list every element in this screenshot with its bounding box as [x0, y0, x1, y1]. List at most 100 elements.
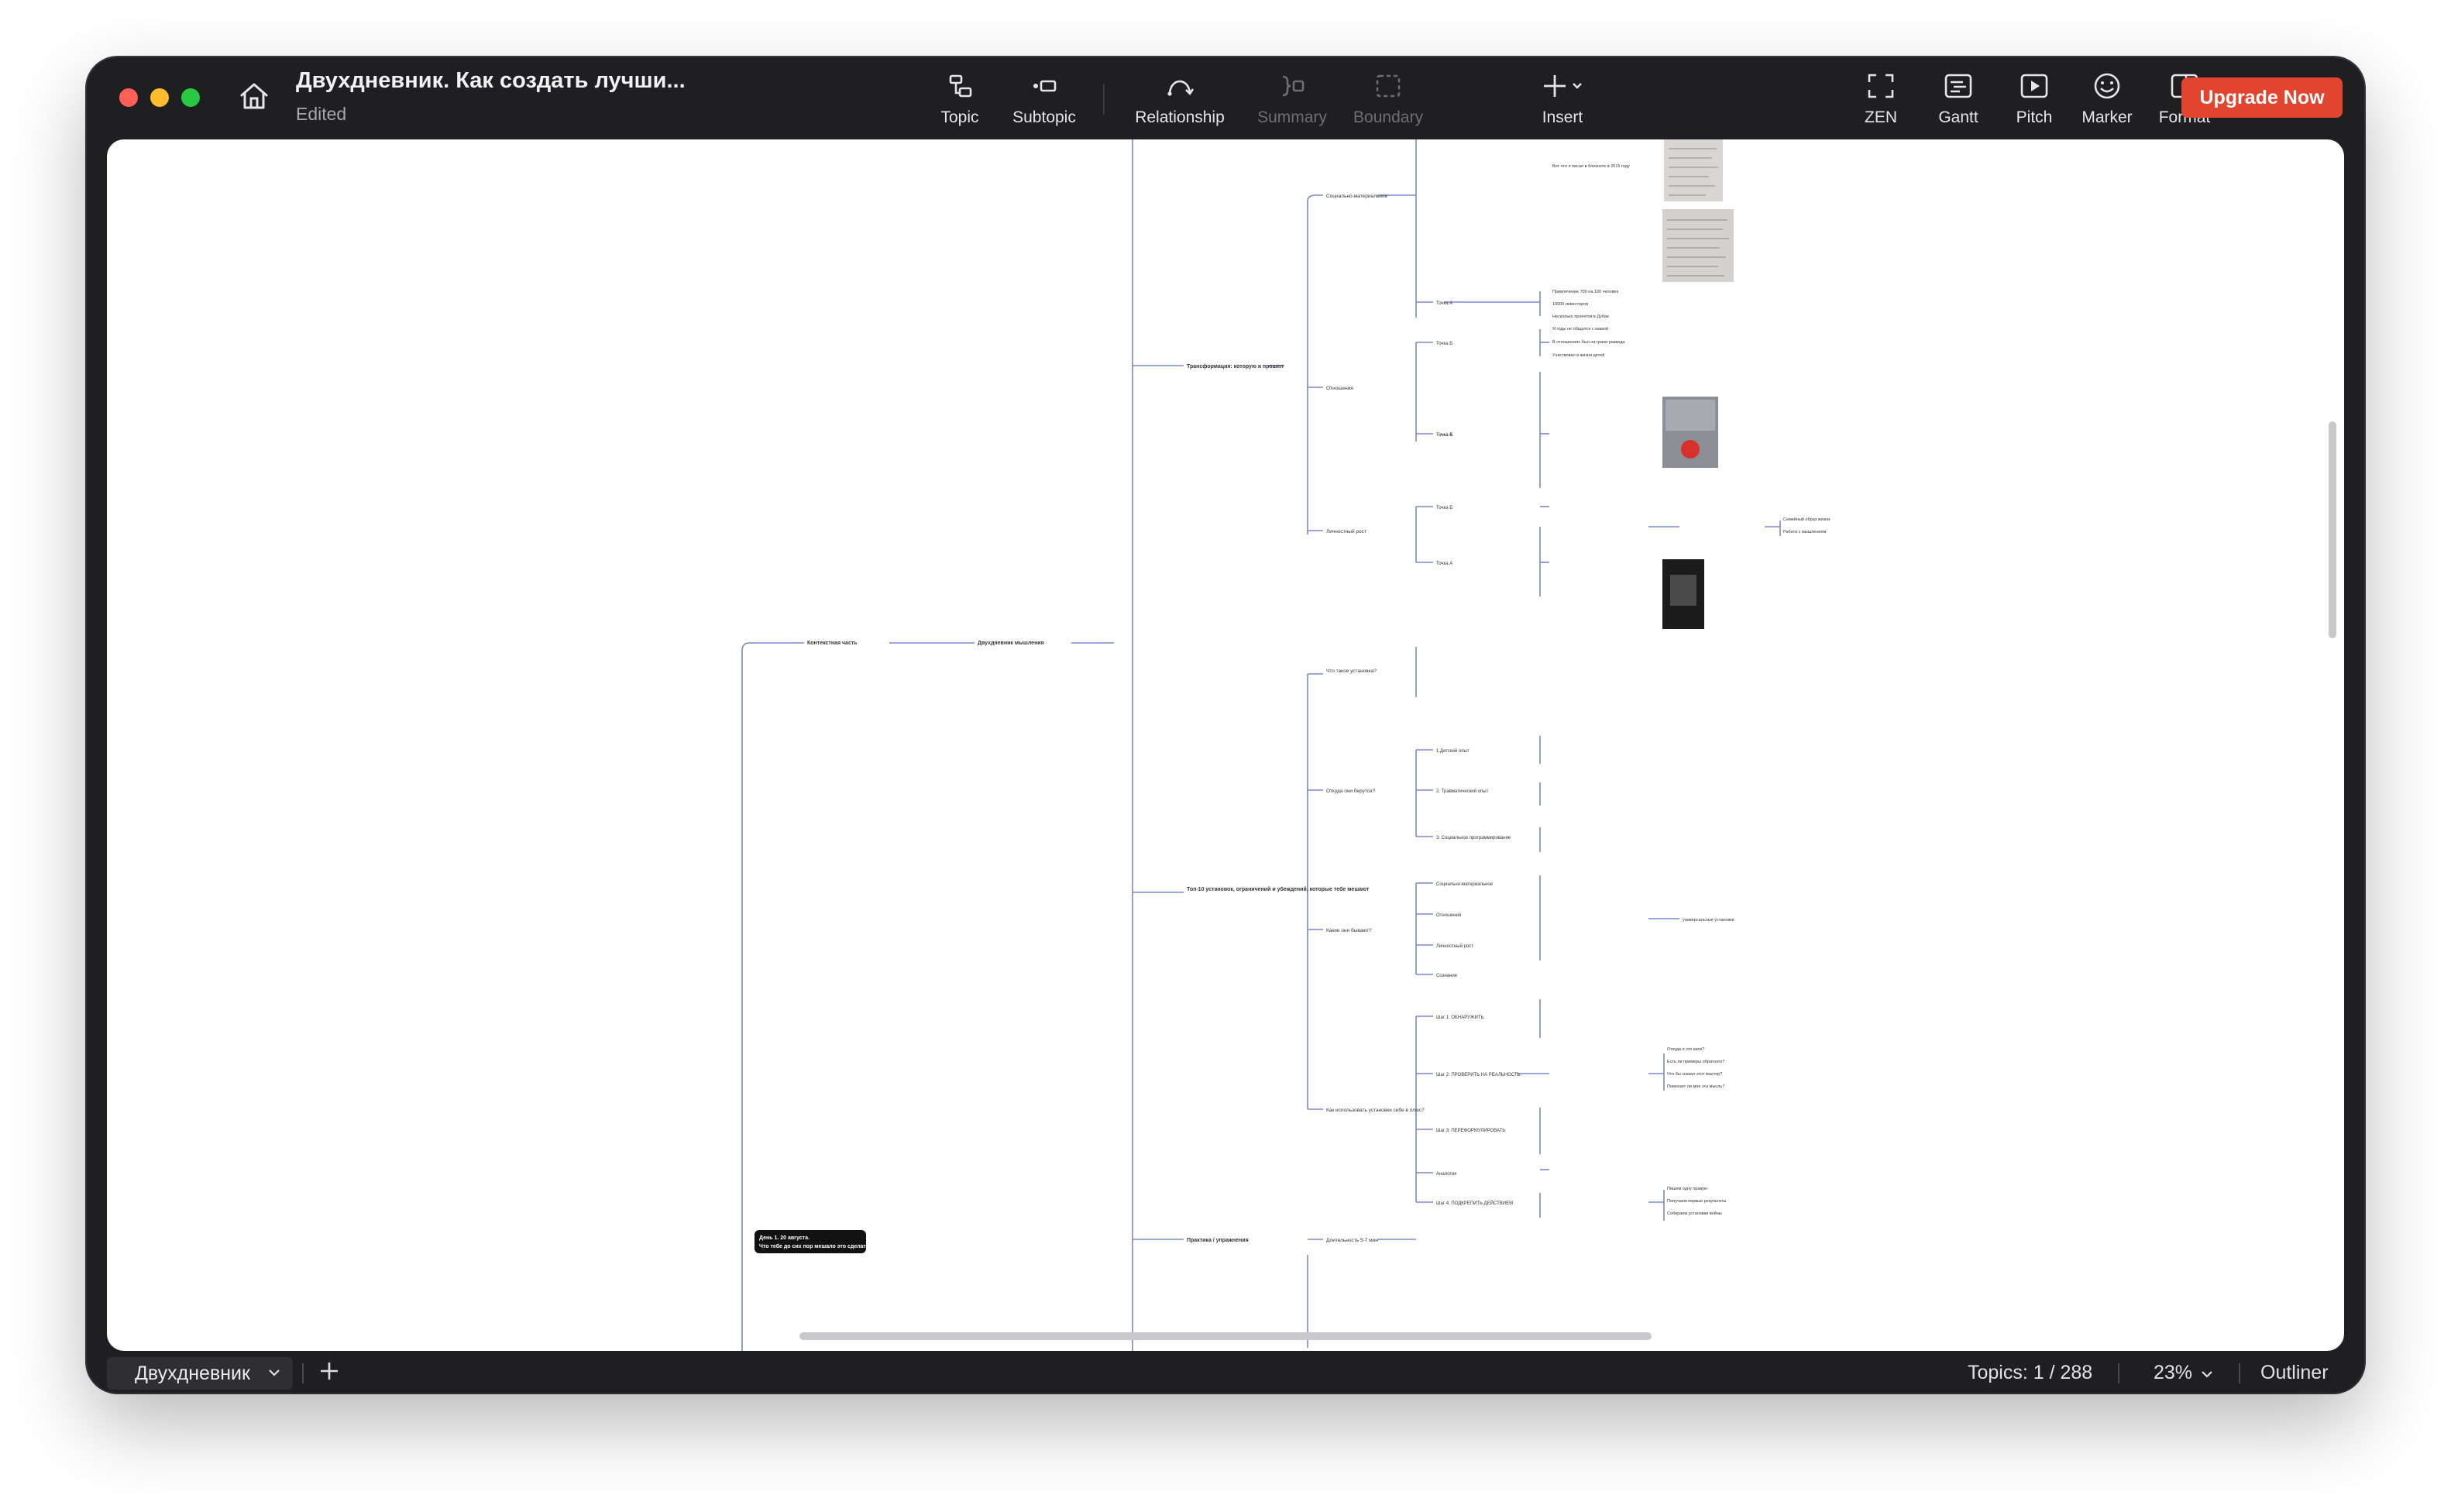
- pitch-icon: [2020, 74, 2048, 98]
- gantt-label: Gantt: [1938, 108, 1978, 126]
- subtopic-label[interactable]: Я годы не общался с мамой: [1552, 326, 1608, 332]
- boundary-label: Boundary: [1353, 108, 1423, 126]
- subtopic-label[interactable]: Семейный образ жизни: [1783, 517, 1830, 522]
- subtopic-label[interactable]: Привлечение 700 на 100 человек: [1552, 290, 1619, 294]
- mindmap-canvas[interactable]: День 1. 20 августа. Что тебе до сих пор м…: [107, 139, 2344, 1351]
- vertical-scrollbar[interactable]: [2329, 421, 2336, 638]
- summary-button[interactable]: Summary: [1252, 71, 1332, 127]
- subtopic-label[interactable]: Шаг 3: ПЕРЕФОРМУЛИРОВАТЬ: [1436, 1129, 1505, 1133]
- subtopic-label[interactable]: Помогает ли мне эта мысль?: [1667, 1084, 1724, 1089]
- add-sheet-button[interactable]: [319, 1357, 339, 1388]
- subtopic-button[interactable]: Subtopic: [1005, 71, 1083, 127]
- upgrade-now-button[interactable]: Upgrade Now: [2181, 77, 2343, 118]
- relationship-icon: [1167, 80, 1195, 96]
- branch-topic-label[interactable]: Топ-10 установок, ограничений и убеждени…: [1187, 886, 1370, 892]
- title-bar: Двухдневник. Как создать лучши... Edited…: [87, 57, 2364, 139]
- app-window: Двухдневник. Как создать лучши... Edited…: [87, 57, 2364, 1393]
- subtopic-label[interactable]: Отношения: [1436, 913, 1461, 918]
- subtopic-label[interactable]: В отношениях был на грани развода: [1552, 340, 1625, 345]
- subtopic-label[interactable]: Откуда я это взял?: [1667, 1047, 1705, 1052]
- topic-button[interactable]: Topic: [934, 71, 985, 127]
- summary-icon: [1282, 75, 1305, 97]
- marker-button[interactable]: Marker: [2076, 71, 2138, 127]
- subtopic-label[interactable]: Что такое установка?: [1326, 668, 1377, 674]
- subtopic-label[interactable]: Что бы сказал этот мастер?: [1667, 1072, 1722, 1077]
- subtopic-label[interactable]: Аналогия: [1436, 1172, 1456, 1177]
- subtopic-label[interactable]: Вот что я писал в блокноте в 2015 году: [1552, 164, 1630, 169]
- subtopic-label[interactable]: Какие они бывают?: [1326, 927, 1372, 933]
- topic-label: Topic: [940, 108, 979, 126]
- subtopic-label[interactable]: Участвовал в жизни детей: [1552, 352, 1604, 358]
- central-topic-label[interactable]: Что тебе до сих пор мешало это сделать?: [759, 1243, 873, 1249]
- subtopic-label[interactable]: Собираем установки войны: [1667, 1211, 1722, 1216]
- bottom-divider: [302, 1363, 304, 1383]
- branch-topic-label[interactable]: Контекстная часть: [807, 641, 858, 646]
- subtopic-label[interactable]: Социально-материальное: [1326, 194, 1388, 199]
- subtopic-label[interactable]: 1.Детский опыт: [1436, 748, 1470, 754]
- boundary-button[interactable]: Boundary: [1345, 71, 1432, 127]
- subtopic-label[interactable]: Личностный рост: [1326, 528, 1366, 534]
- subtopic-label[interactable]: универсальные установки: [1683, 918, 1734, 923]
- zoom-value: 23%: [2154, 1362, 2193, 1383]
- branch-topic-label[interactable]: Практика / упражнения: [1187, 1238, 1249, 1243]
- sheet-tab[interactable]: Двухдневник: [107, 1357, 293, 1390]
- document-status: Edited: [296, 104, 347, 124]
- marker-icon: [2094, 73, 2120, 99]
- subtopic-label[interactable]: Длительность 5-7 мин: [1326, 1238, 1378, 1243]
- subtopic-label[interactable]: Личностный рост: [1436, 943, 1473, 949]
- outliner-button[interactable]: Outliner: [2260, 1362, 2329, 1384]
- zen-label: ZEN: [1865, 108, 1897, 126]
- subtopic-label[interactable]: Точка А: [1436, 301, 1452, 306]
- gantt-icon: [1944, 74, 1972, 98]
- subtopic-label[interactable]: Точка Б: [1436, 506, 1452, 510]
- subtopic-label[interactable]: Получаем первые результаты: [1667, 1199, 1726, 1204]
- summary-label: Summary: [1257, 108, 1327, 126]
- bottom-divider: [2118, 1363, 2119, 1383]
- subtopic-label[interactable]: Точка А: [1436, 562, 1452, 566]
- subtopic-label[interactable]: Работа с мышлением: [1783, 530, 1827, 534]
- subtopic-label[interactable]: Шаг 2: ПРОВЕРИТЬ НА РЕАЛЬНОСТЬ: [1436, 1073, 1521, 1077]
- sheet-tab-label: Двухдневник: [135, 1363, 250, 1384]
- subtopic-label[interactable]: Несколько проектов в Дубае: [1552, 314, 1609, 319]
- subtopic-label[interactable]: Социально-материальное: [1436, 882, 1494, 887]
- subtopic-label[interactable]: 2. Травматический опыт: [1436, 789, 1489, 794]
- home-icon[interactable]: [237, 79, 271, 113]
- subtopic-label[interactable]: Сознание: [1436, 974, 1458, 978]
- minimize-window-button[interactable]: [150, 88, 169, 107]
- zoom-selector[interactable]: 23%: [2154, 1362, 2213, 1384]
- topic-icon: [949, 74, 972, 98]
- boundary-icon: [1376, 74, 1401, 98]
- subtopic-label[interactable]: Шаг 4: ПОДКРЕПИТЬ ДЕЙСТВИЕМ: [1436, 1200, 1513, 1206]
- insert-label: Insert: [1542, 108, 1583, 126]
- central-topic-label[interactable]: День 1. 20 августа.: [759, 1235, 810, 1241]
- pitch-button[interactable]: Pitch: [2009, 71, 2059, 127]
- central-topic[interactable]: [755, 1230, 866, 1253]
- document-title[interactable]: Двухдневник. Как создать лучши...: [296, 68, 686, 94]
- relationship-button[interactable]: Relationship: [1129, 71, 1230, 127]
- subtopic-label[interactable]: 3. Социальное программирование: [1436, 836, 1511, 840]
- relationship-label: Relationship: [1135, 108, 1225, 126]
- zen-button[interactable]: ZEN: [1858, 71, 1904, 127]
- subtopic-label[interactable]: Откуда они берутся?: [1326, 788, 1376, 794]
- bottom-bar: Двухдневник Topics: 1 / 288 23% Outliner: [87, 1351, 2364, 1393]
- branch-topic-label[interactable]: Трансформация: которую я прошел: [1187, 364, 1284, 369]
- horizontal-scrollbar[interactable]: [799, 1332, 1652, 1340]
- branch-topic-label[interactable]: Двухдневник мышления: [978, 641, 1044, 646]
- subtopic-label[interactable]: Как использовать установки себе в плюс?: [1326, 1107, 1425, 1113]
- insert-plus-icon: [1544, 75, 1582, 97]
- subtopic-label[interactable]: Есть ли примеры обратного?: [1667, 1060, 1724, 1064]
- gantt-button[interactable]: Gantt: [1930, 71, 1986, 127]
- subtopic-label[interactable]: Отношения: [1326, 386, 1353, 391]
- zen-icon: [1868, 74, 1894, 98]
- plus-icon: [321, 1363, 338, 1380]
- subtopic-label[interactable]: Пишем одну правую: [1667, 1187, 1707, 1191]
- toolbar-divider: [1103, 84, 1105, 115]
- chevron-down-icon: [2202, 1371, 2212, 1378]
- zoom-window-button[interactable]: [181, 88, 200, 107]
- subtopic-label[interactable]: 10000 инвесторов: [1552, 302, 1588, 307]
- insert-button[interactable]: Insert: [1529, 71, 1596, 127]
- subtopic-label[interactable]: Точка Б: [1436, 342, 1452, 346]
- subtopic-label[interactable]: Шаг 1: ОБНАРУЖИТЬ: [1436, 1015, 1484, 1020]
- close-window-button[interactable]: [119, 88, 138, 107]
- subtopic-label[interactable]: Точка Б: [1436, 433, 1452, 438]
